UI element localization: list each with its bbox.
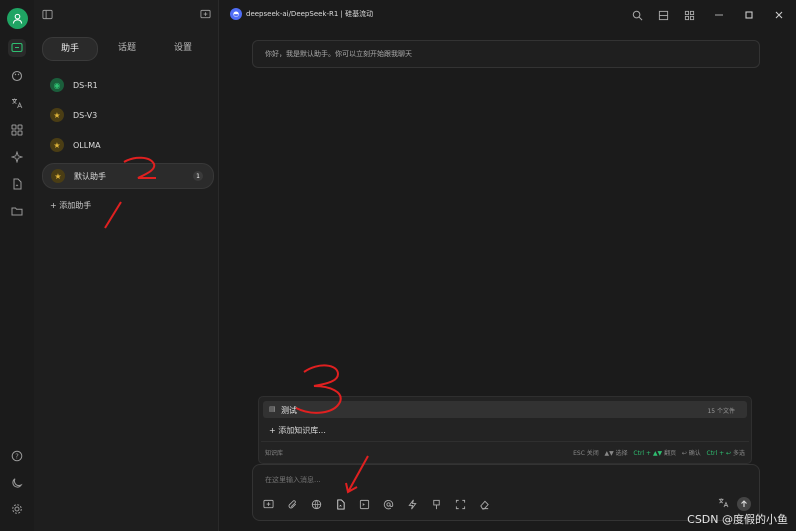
panel-tabs: 助手 话题 设置 [42,37,214,61]
hint-esc: ESC 关闭 [573,450,599,457]
tab-settings[interactable]: 设置 [156,37,210,59]
star-icon: ★ [50,138,64,152]
close-icon[interactable] [772,8,786,22]
csdn-watermark: CSDN @度假的小鱼 [687,513,788,526]
assistant-greeting: 你好，我是默认助手。你可以立刻开始跟我聊天 [252,40,760,68]
model-icon: ◉ [50,78,64,92]
tab-topics[interactable]: 话题 [100,37,154,59]
knowledge-footer: 知识库 ESC 关闭 ▲▼ 选择 Ctrl + ▲▼ 翻页 ↩ 确认 Ctrl … [261,441,749,460]
add-knowledge-button[interactable]: + 添加知识库... [269,425,326,436]
app-window: ? 助手 话题 设置 ◉ DS-R1 ★ DS-V3 ★ OLLMA ★ 默认助… [0,0,796,531]
palette-icon[interactable] [8,67,26,85]
title-bar: ◓ deepseek-ai/DeepSeek-R1 | 硅基流动 [218,0,796,30]
send-button[interactable] [737,497,751,511]
hint-page-key: Ctrl + ▲▼ [633,450,663,457]
folder-icon[interactable] [8,202,26,220]
attachment-icon[interactable] [285,497,299,511]
star-icon: ★ [51,169,65,183]
chat-icon[interactable] [8,39,26,57]
mention-icon[interactable] [381,497,395,511]
greeting-text: 你好，我是默认助手。你可以立刻开始跟我聊天 [265,50,412,58]
clear-context-icon[interactable] [429,497,443,511]
message-composer [252,464,760,521]
assistant-item[interactable]: ★ OLLMA [42,133,212,157]
hint-confirm: ↩ 确认 [681,450,701,457]
window-title: deepseek-ai/DeepSeek-R1 | 硅基流动 [246,10,374,18]
knowledge-item-label: 测试 [281,406,297,415]
translate-icon[interactable] [718,497,729,511]
help-icon[interactable]: ? [8,447,26,465]
hint-multi-key: Ctrl + ↩ [706,450,732,457]
svg-text:?: ? [15,452,19,460]
add-assistant-button[interactable]: + 添加助手 [50,200,91,211]
sparkle-icon[interactable] [8,148,26,166]
assistant-name: DS-V3 [73,110,98,120]
new-topic-icon[interactable] [198,7,212,21]
knowledge-base-popup: ▤ 测试 15 个文件 + 添加知识库... 知识库 ESC 关闭 ▲▼ 选择 … [258,396,752,464]
translate-icon[interactable] [8,94,26,112]
prompt-icon[interactable] [357,497,371,511]
web-search-icon[interactable] [309,497,323,511]
user-icon [12,13,23,24]
assistant-item-selected[interactable]: ★ 默认助手 1 [42,163,214,189]
hint-page: 翻页 [664,450,677,457]
moon-icon[interactable] [8,474,26,492]
assistant-name: DS-R1 [73,80,98,90]
layout-icon[interactable] [656,8,670,22]
gear-icon[interactable] [8,500,26,518]
star-icon: ★ [50,108,64,122]
assistant-item[interactable]: ★ DS-V3 [42,103,212,127]
minimize-icon[interactable] [712,8,726,22]
lightning-icon[interactable] [405,497,419,511]
message-input[interactable] [263,475,667,485]
assistant-name: 默认助手 [74,171,106,181]
hint-select: ▲▼ 选择 [604,450,628,457]
file-icon[interactable] [8,175,26,193]
expand-icon[interactable] [453,497,467,511]
keyboard-hints: ESC 关闭 ▲▼ 选择 Ctrl + ▲▼ 翻页 ↩ 确认 Ctrl + ↩ … [573,448,745,457]
topic-count-badge: 1 [193,171,203,181]
arrow-up-icon [741,500,747,507]
icon-rail: ? [0,0,35,531]
search-icon[interactable] [630,8,644,22]
user-avatar[interactable] [7,8,28,29]
knowledge-footer-label: 知识库 [265,450,284,457]
new-topic-icon[interactable] [261,497,275,511]
apps-icon[interactable] [8,121,26,139]
document-icon: ▤ [269,405,276,413]
knowledge-base-icon[interactable] [333,497,347,511]
maximize-icon[interactable] [742,8,756,22]
eraser-icon[interactable] [477,497,491,511]
knowledge-item[interactable]: ▤ 测试 15 个文件 [263,401,747,418]
tab-assistants[interactable]: 助手 [42,37,98,61]
panel-toolbar [34,0,218,30]
deepseek-logo-icon: ◓ [230,8,242,20]
hint-multi: 多选 [732,450,745,457]
assistant-item[interactable]: ◉ DS-R1 [42,73,212,97]
assistant-name: OLLMA [73,140,101,150]
knowledge-item-count: 15 个文件 [707,408,735,415]
grid-icon[interactable] [682,8,696,22]
toggle-sidebar-icon[interactable] [40,7,54,21]
